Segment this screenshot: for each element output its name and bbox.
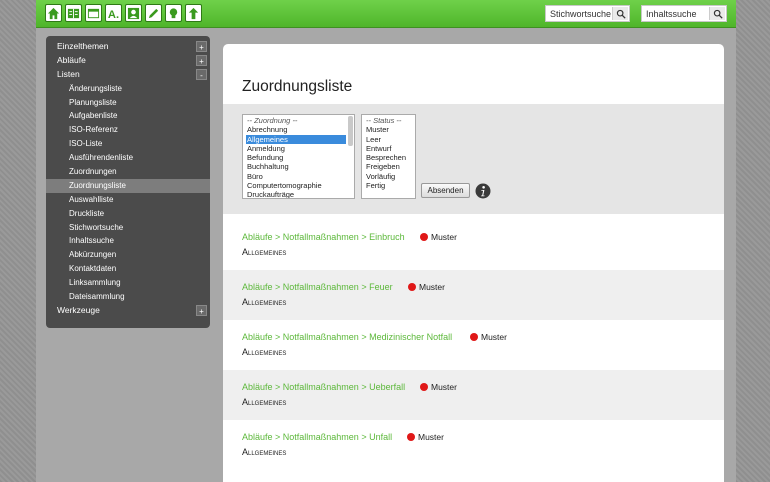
select-option[interactable]: Muster [362, 125, 415, 134]
select-option[interactable]: -- Status -- [362, 116, 415, 125]
keyword-search-input[interactable]: Stichwortsuche [545, 5, 630, 22]
result-category: Allgemeines [242, 447, 287, 457]
sidebar-item-planungsliste[interactable]: Planungsliste [46, 96, 210, 110]
result-category: Allgemeines [242, 297, 287, 307]
list-item: Abläufe > Notfallmaßnahmen > Ueberfall M… [223, 370, 724, 420]
content-search-label: Inhaltssuche [646, 8, 697, 19]
select-option[interactable]: Büro [243, 172, 354, 181]
status-badge: Muster [470, 332, 507, 342]
status-badge: Muster [408, 282, 445, 292]
select-option[interactable]: Besprechen [362, 153, 415, 162]
result-link[interactable]: Abläufe > Notfallmaßnahmen > Medizinisch… [242, 332, 452, 342]
result-category: Allgemeines [242, 347, 287, 357]
bulb-icon[interactable] [165, 4, 182, 22]
user-icon[interactable] [125, 4, 142, 22]
select-option[interactable]: Fertig [362, 181, 415, 190]
status-select[interactable]: -- Status -- Muster Leer Entwurf Besprec… [361, 114, 416, 199]
pencil-icon[interactable] [145, 4, 162, 22]
sidebar-item-iso-referenz[interactable]: ISO-Referenz [46, 123, 210, 137]
upload-icon[interactable] [185, 4, 202, 22]
sidebar-item-aenderungsliste[interactable]: Änderungsliste [46, 82, 210, 96]
select-option[interactable]: Druckaufträge [243, 190, 354, 198]
sidebar-item-einzelthemen[interactable]: Einzelthemen + [46, 40, 210, 54]
select-option[interactable]: -- Zuordnung -- [243, 116, 354, 125]
select-option[interactable]: Entwurf [362, 144, 415, 153]
select-option[interactable]: Vorläufig [362, 172, 415, 181]
status-badge: Muster [407, 432, 444, 442]
expand-icon[interactable]: + [196, 54, 207, 66]
list-item: Abläufe > Notfallmaßnahmen > Einbruch Mu… [223, 220, 724, 270]
sidebar-item-kontaktdaten[interactable]: Kontaktdaten [46, 262, 210, 276]
result-link[interactable]: Abläufe > Notfallmaßnahmen > Feuer [242, 282, 393, 292]
sidebar-item-ablaeufe[interactable]: Abläufe + [46, 54, 210, 68]
sidebar-item-zuordnungen[interactable]: Zuordnungen [46, 165, 210, 179]
main-panel: Zuordnungsliste -- Zuordnung -- Abrechnu… [223, 44, 724, 482]
select-option[interactable]: Abrechnung [243, 125, 354, 134]
result-link[interactable]: Abläufe > Notfallmaßnahmen > Unfall [242, 432, 392, 442]
sidebar-item-dateisammlung[interactable]: Dateisammlung [46, 290, 210, 304]
scrollbar[interactable] [348, 116, 353, 146]
sidebar-item-druckliste[interactable]: Druckliste [46, 207, 210, 221]
sidebar-item-inhaltssuche[interactable]: Inhaltssuche [46, 234, 210, 248]
sidebar-item-werkzeuge[interactable]: Werkzeuge + [46, 304, 210, 318]
sidebar-item-ausfuehrendenliste[interactable]: Ausführendenliste [46, 151, 210, 165]
submit-button[interactable]: Absenden [421, 183, 470, 198]
filter-bar: -- Zuordnung -- Abrechnung Allgemeines A… [223, 104, 724, 214]
select-option[interactable]: Buchhaltung [243, 162, 354, 171]
zuordnung-select[interactable]: -- Zuordnung -- Abrechnung Allgemeines A… [242, 114, 355, 199]
keyword-search-label: Stichwortsuche [550, 8, 612, 19]
sidebar-item-iso-liste[interactable]: ISO-Liste [46, 137, 210, 151]
sidebar-item-zuordnungsliste[interactable]: Zuordnungsliste [46, 178, 210, 193]
status-dot-icon [420, 383, 428, 391]
svg-text:A.: A. [108, 9, 119, 20]
sidebar-item-listen[interactable]: Listen - [46, 68, 210, 82]
home-icon[interactable] [45, 4, 62, 22]
list-item: Abläufe > Notfallmaßnahmen > Unfall Must… [223, 420, 724, 470]
sidebar-item-auswahlliste[interactable]: Auswahlliste [46, 193, 210, 207]
top-toolbar: A. Stichwortsuche Inhaltssuche [36, 0, 736, 28]
status-badge: Muster [420, 382, 457, 392]
select-option[interactable]: Leer [362, 135, 415, 144]
status-dot-icon [470, 333, 478, 341]
expand-icon[interactable]: + [196, 304, 207, 316]
select-option[interactable]: Computertomographie [243, 181, 354, 190]
status-dot-icon [407, 433, 415, 441]
search-icon[interactable] [612, 7, 628, 20]
page-title: Zuordnungsliste [242, 78, 353, 95]
select-option[interactable]: Anmeldung [243, 144, 354, 153]
book-icon[interactable] [65, 4, 82, 22]
sidebar-item-linksammlung[interactable]: Linksammlung [46, 276, 210, 290]
expand-icon[interactable]: + [196, 41, 207, 52]
search-icon[interactable] [709, 7, 725, 20]
result-category: Allgemeines [242, 397, 287, 407]
status-badge: Muster [420, 232, 457, 242]
list-item: Abläufe > Notfallmaßnahmen > Feuer Muste… [223, 270, 724, 320]
status-dot-icon [420, 233, 428, 241]
font-icon[interactable]: A. [105, 4, 122, 22]
result-link[interactable]: Abläufe > Notfallmaßnahmen > Einbruch [242, 232, 405, 242]
info-icon[interactable] [475, 183, 491, 199]
select-option[interactable]: Befundung [243, 153, 354, 162]
collapse-icon[interactable]: - [196, 68, 207, 80]
select-option[interactable]: Freigeben [362, 162, 415, 171]
content-search-input[interactable]: Inhaltssuche [641, 5, 727, 22]
status-dot-icon [408, 283, 416, 291]
select-option-selected[interactable]: Allgemeines [246, 134, 346, 144]
window-icon[interactable] [85, 4, 102, 22]
result-category: Allgemeines [242, 247, 287, 257]
result-link[interactable]: Abläufe > Notfallmaßnahmen > Ueberfall [242, 382, 405, 392]
list-item: Abläufe > Notfallmaßnahmen > Medizinisch… [223, 320, 724, 370]
sidebar-item-aufgabenliste[interactable]: Aufgabenliste [46, 109, 210, 123]
sidebar-item-stichwortsuche[interactable]: Stichwortsuche [46, 221, 210, 235]
sidebar-item-abkuerzungen[interactable]: Abkürzungen [46, 248, 210, 262]
sidebar-nav: Einzelthemen + Abläufe + Listen - Änderungs… [46, 36, 210, 328]
